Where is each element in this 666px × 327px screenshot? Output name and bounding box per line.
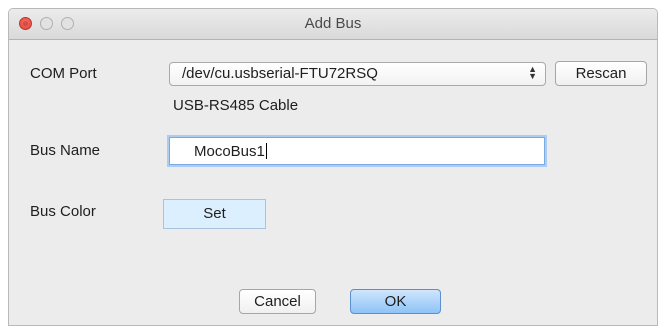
bus-color-label: Bus Color <box>30 203 96 220</box>
com-port-select[interactable]: /dev/cu.usbserial-FTU72RSQ ▲ ▼ <box>169 62 546 86</box>
title-bar: Add Bus <box>9 9 657 40</box>
com-port-label: COM Port <box>30 65 97 82</box>
com-port-selected-value: /dev/cu.usbserial-FTU72RSQ <box>182 65 378 82</box>
cancel-button[interactable]: Cancel <box>239 289 316 314</box>
text-caret <box>265 143 267 159</box>
window-title: Add Bus <box>304 15 362 32</box>
com-port-description: USB-RS485 Cable <box>173 97 299 114</box>
add-bus-dialog: Add Bus COM Port /dev/cu.usbserial-FTU72… <box>8 8 658 326</box>
updown-arrows-icon: ▲ ▼ <box>528 64 537 81</box>
bus-name-label: Bus Name <box>30 142 101 159</box>
bus-name-value: MocoBus1 <box>194 143 265 160</box>
set-color-button[interactable]: Set <box>163 199 266 229</box>
rescan-button[interactable]: Rescan <box>555 61 647 86</box>
bus-name-input[interactable]: MocoBus1 <box>169 137 545 165</box>
ok-button[interactable]: OK <box>350 289 441 314</box>
